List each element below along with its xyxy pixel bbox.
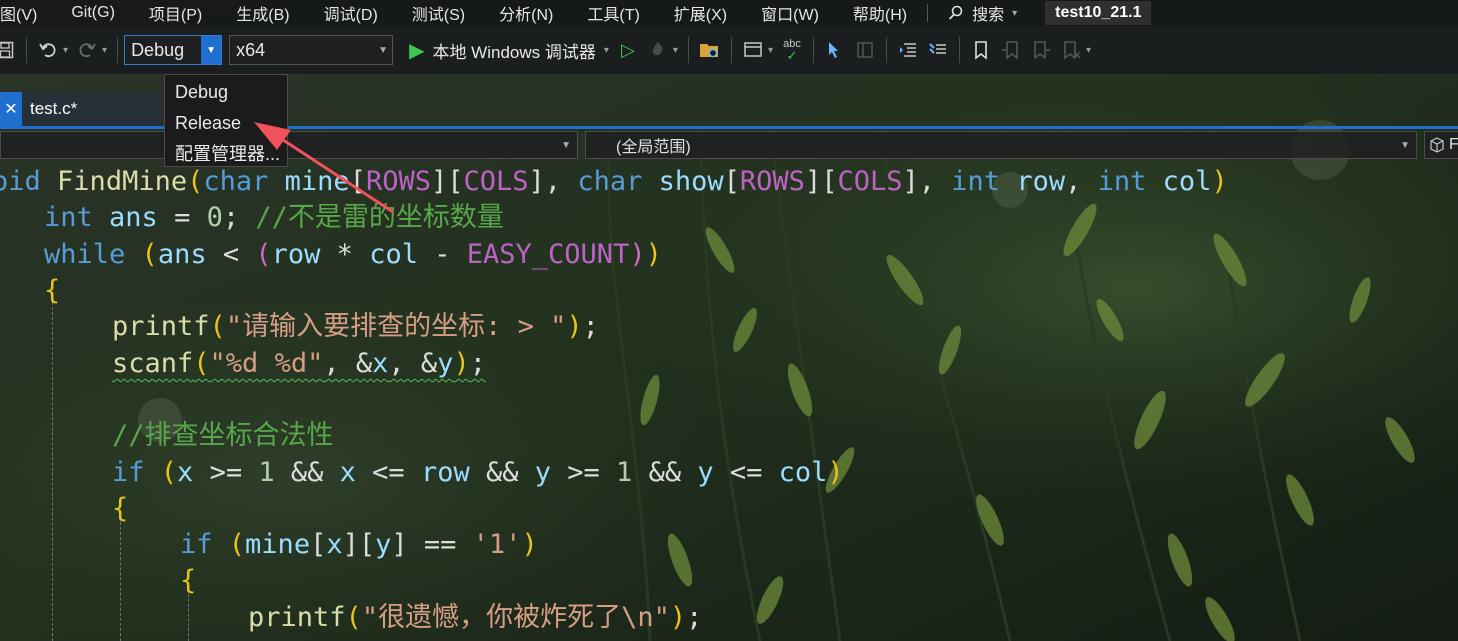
cursor-icon[interactable] <box>824 39 846 61</box>
bookmark-prev-icon[interactable] <box>1000 39 1022 61</box>
menu-item-test[interactable]: 测试(S) <box>390 1 477 25</box>
code-line: printf("很遗憾，你被炸死了\n"); <box>248 602 703 633</box>
toolbar-overflow-icon[interactable]: ▾ <box>1086 45 1091 56</box>
code-line: if (mine[x][y] == '1') <box>180 529 538 560</box>
menu-item-build[interactable]: 生成(B) <box>214 1 301 25</box>
menu-divider <box>927 4 929 22</box>
bookmark-icon[interactable] <box>970 39 992 61</box>
undo-dropdown-icon[interactable]: ▾ <box>63 45 68 56</box>
scope-value: (全局范围) <box>616 139 691 156</box>
undo-icon[interactable] <box>37 39 59 61</box>
code-editor[interactable]: oid FindMine(char mine[ROWS][COLS], char… <box>0 162 1458 641</box>
panel-icon[interactable] <box>854 39 876 61</box>
menu-item-project[interactable]: 项目(P) <box>127 1 214 25</box>
browser-dropdown-icon[interactable]: ▾ <box>768 45 773 56</box>
dropdown-item-debug[interactable]: Debug <box>165 77 287 108</box>
code-line: while (ans < (row * col - EASY_COUNT)) <box>44 239 662 270</box>
hot-reload-dropdown-icon[interactable]: ▾ <box>673 45 678 56</box>
play-icon: ▶ <box>409 39 425 62</box>
menu-bar: 图(V) Git(G) 项目(P) 生成(B) 调试(D) 测试(S) 分析(N… <box>0 0 1458 26</box>
redo-icon[interactable] <box>76 39 98 61</box>
menu-item-tools[interactable]: 工具(T) <box>565 1 651 25</box>
indent-guide <box>120 522 121 641</box>
close-icon[interactable]: ✕ <box>0 92 22 126</box>
code-line: int ans = 0; //不是雷的坐标数量 <box>44 202 504 233</box>
chevron-down-icon[interactable]: ▼ <box>561 140 577 151</box>
menu-item-window[interactable]: 窗口(W) <box>739 1 831 25</box>
indent-guide <box>188 594 189 641</box>
code-line: printf("请输入要排查的坐标: > "); <box>112 311 599 342</box>
scope-combo[interactable]: (全局范围) ▼ <box>585 131 1417 159</box>
hot-reload-icon[interactable] <box>647 39 669 61</box>
toolbar-divider <box>812 37 814 63</box>
chevron-down-icon[interactable]: ▼ <box>201 36 222 64</box>
code-line: if (x >= 1 && x <= row && y >= 1 && y <=… <box>112 457 844 488</box>
menu-item-extensions[interactable]: 扩展(X) <box>652 1 739 25</box>
configuration-value: Debug <box>131 39 185 60</box>
platform-value: x64 <box>236 39 266 60</box>
toolbar-divider <box>26 37 27 63</box>
dropdown-item-configuration-manager[interactable]: 配置管理器... <box>165 139 287 170</box>
member-value: F <box>1449 136 1458 153</box>
code-line: { <box>180 565 197 596</box>
menu-item-view[interactable]: 图(V) <box>0 1 49 25</box>
run-label: 本地 Windows 调试器 <box>432 42 596 62</box>
code-line: //排查坐标合法性 <box>112 420 334 451</box>
menu-item-git[interactable]: Git(G) <box>49 4 127 22</box>
toolbar: ▾ ▾ Debug ▼ x64 ▼ ▶ 本地 Windows 调试器 ▾ ▷ ▾… <box>0 26 1458 74</box>
chevron-down-icon: ▾ <box>1012 7 1018 19</box>
run-dropdown-icon[interactable]: ▾ <box>604 45 609 56</box>
play-outline-icon[interactable]: ▷ <box>617 39 639 61</box>
toolbar-divider <box>117 37 119 63</box>
code-line: scanf("%d %d", &x, &y); <box>112 348 486 379</box>
browser-icon[interactable] <box>742 39 764 61</box>
search-icon <box>948 5 963 20</box>
folder-search-icon[interactable] <box>699 39 721 61</box>
menu-item-debug[interactable]: 调试(D) <box>302 1 390 25</box>
toolbar-divider <box>687 37 689 63</box>
cube-icon <box>1430 137 1444 153</box>
indent-guide <box>52 302 53 641</box>
save-icon[interactable] <box>0 39 16 61</box>
project-title: test10_21.1 <box>1045 1 1152 25</box>
dropdown-item-release[interactable]: Release <box>165 108 287 139</box>
indent-icon[interactable] <box>897 39 919 61</box>
member-combo[interactable]: F <box>1424 131 1458 159</box>
configuration-combo[interactable]: Debug ▼ <box>124 35 223 65</box>
code-line: { <box>44 275 61 306</box>
tab-label: test.c* <box>30 99 78 118</box>
chevron-down-icon[interactable]: ▼ <box>374 45 392 56</box>
project-combo[interactable]: ▼ <box>0 131 578 159</box>
spellcheck-icon[interactable]: abc ✓ <box>781 39 803 63</box>
redo-dropdown-icon[interactable]: ▾ <box>102 45 107 56</box>
search-label: 搜索 <box>972 7 1005 24</box>
code-line: { <box>112 493 129 524</box>
chevron-down-icon[interactable]: ▼ <box>1400 140 1416 151</box>
toolbar-divider <box>958 37 960 63</box>
bookmark-next-icon[interactable] <box>1030 39 1052 61</box>
platform-combo[interactable]: x64 ▼ <box>229 35 394 65</box>
start-debugging-button[interactable]: ▶ 本地 Windows 调试器 <box>409 38 596 63</box>
toolbar-divider <box>730 37 732 63</box>
bookmark-clear-icon[interactable] <box>1060 39 1082 61</box>
toolbar-divider <box>885 37 887 63</box>
comment-icon[interactable] <box>927 39 949 61</box>
menu-item-help[interactable]: 帮助(H) <box>831 1 919 25</box>
search-box[interactable]: 搜索 ▾ <box>938 1 1031 25</box>
configuration-dropdown: Debug Release 配置管理器... <box>164 74 288 167</box>
tab-test-c[interactable]: ✕ test.c* <box>0 92 162 126</box>
menu-item-analyze[interactable]: 分析(N) <box>477 1 565 25</box>
